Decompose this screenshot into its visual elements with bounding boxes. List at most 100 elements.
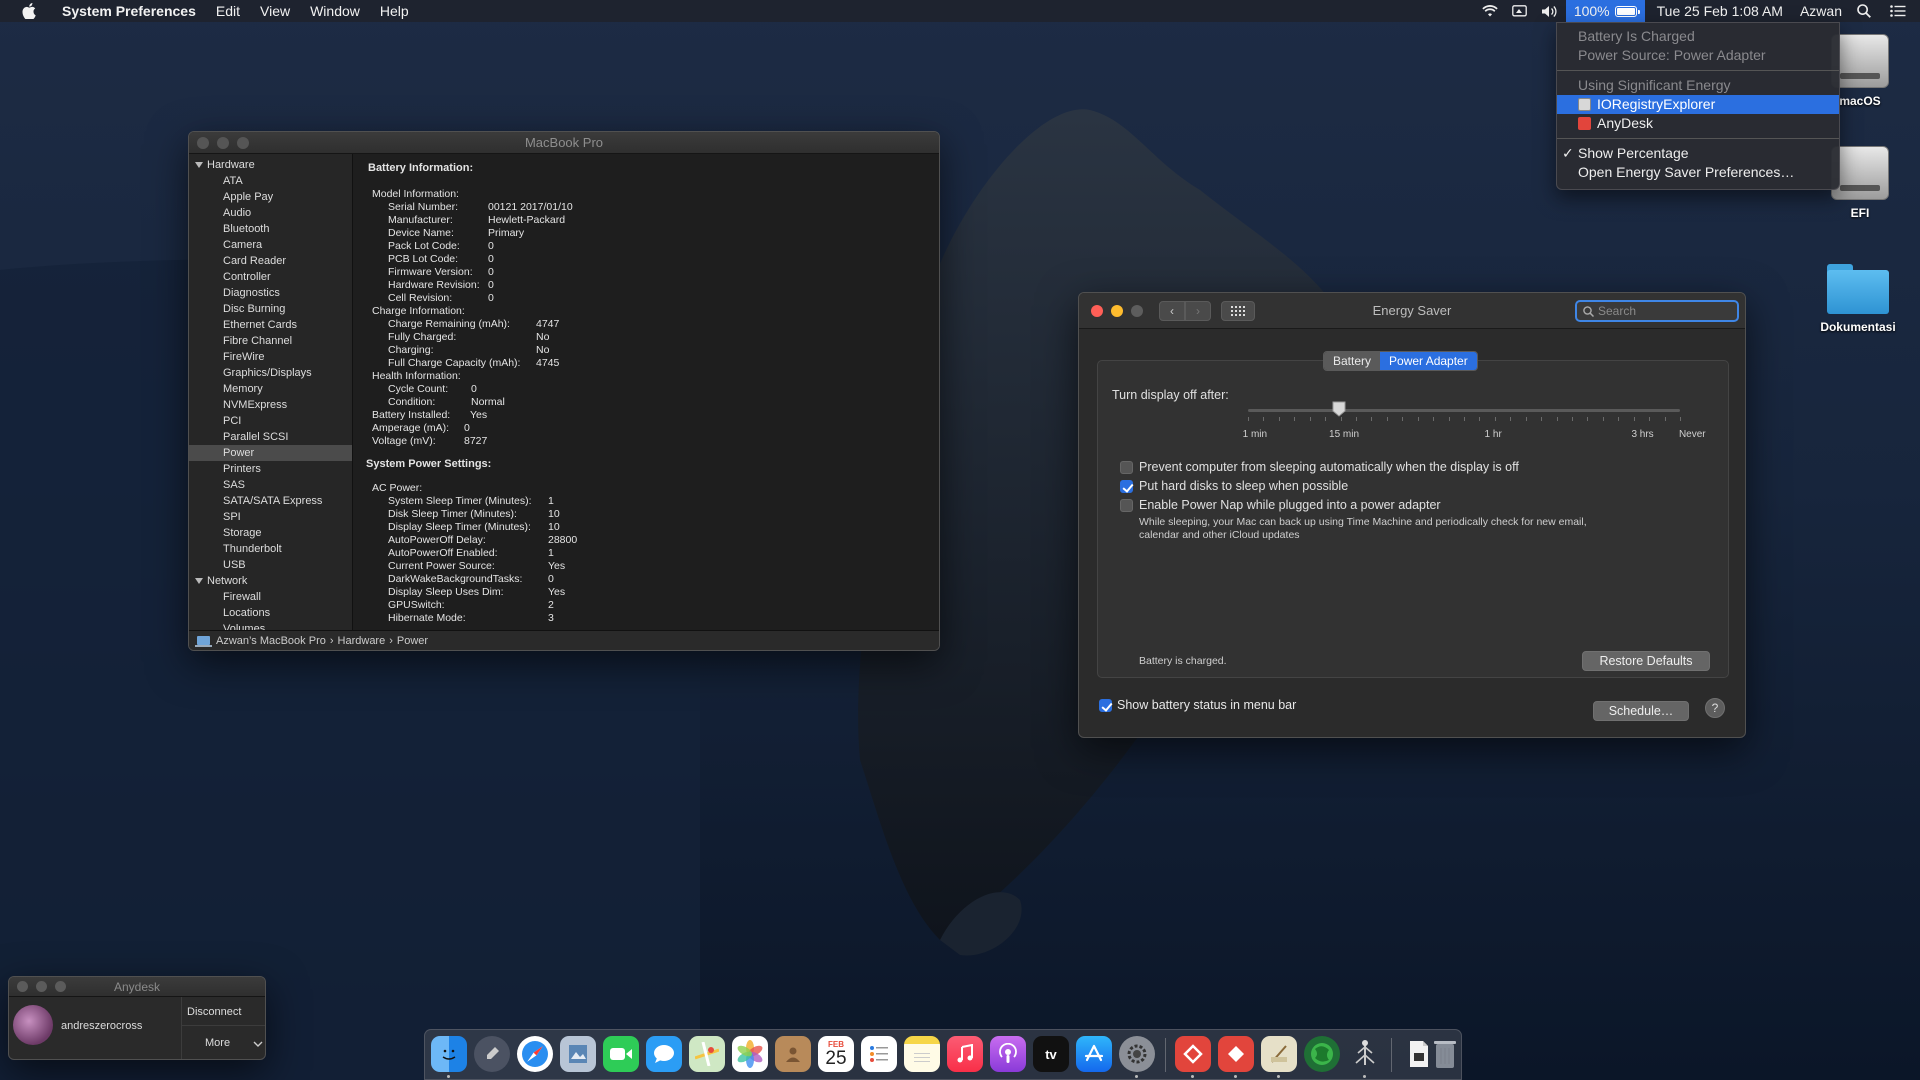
preview-icon[interactable] xyxy=(560,1036,596,1072)
battery-menu-app-anydesk[interactable]: AnyDesk xyxy=(1557,114,1839,133)
power-nap-description-cont: calendar and other iCloud updates xyxy=(1139,529,1300,541)
window-titlebar[interactable]: ‹ › Energy Saver xyxy=(1079,293,1745,329)
sidebar-item-locations[interactable]: Locations xyxy=(189,605,352,621)
window-titlebar[interactable]: Anydesk xyxy=(9,977,265,997)
menu-view[interactable]: View xyxy=(250,0,300,22)
search-input[interactable] xyxy=(1598,304,1728,318)
sidebar-item-thunderbolt[interactable]: Thunderbolt xyxy=(189,541,352,557)
system-preferences-icon[interactable] xyxy=(1119,1036,1155,1072)
app-store-icon[interactable] xyxy=(1076,1036,1112,1072)
photos-icon[interactable] xyxy=(732,1036,768,1072)
volume-icon[interactable] xyxy=(1534,5,1566,18)
network-radar-icon[interactable] xyxy=(1304,1036,1340,1072)
sidebar-group-network[interactable]: Network xyxy=(189,573,352,589)
notes-icon[interactable] xyxy=(904,1036,940,1072)
menu-window[interactable]: Window xyxy=(300,0,370,22)
sidebar-item-apple-pay[interactable]: Apple Pay xyxy=(189,189,352,205)
battery-status-menu[interactable]: 100% xyxy=(1565,0,1645,22)
anydesk-dock-icon[interactable] xyxy=(1175,1036,1211,1072)
power-nap-checkbox[interactable] xyxy=(1120,499,1133,512)
desktop-icon-dokumentasi[interactable]: Dokumentasi xyxy=(1810,264,1906,334)
system-power-settings-header: System Power Settings: xyxy=(366,458,492,470)
breadcrumb-hardware[interactable]: Hardware xyxy=(338,631,386,651)
contacts-icon[interactable] xyxy=(775,1036,811,1072)
sidebar-item-printers[interactable]: Printers xyxy=(189,461,352,477)
menu-edit[interactable]: Edit xyxy=(206,0,250,22)
menu-app-name[interactable]: System Preferences xyxy=(52,0,206,22)
sidebar-item-disc-burning[interactable]: Disc Burning xyxy=(189,301,352,317)
sidebar-item-spi[interactable]: SPI xyxy=(189,509,352,525)
hard-disk-sleep-checkbox[interactable] xyxy=(1120,480,1133,493)
anydesk-alt-icon[interactable] xyxy=(1218,1036,1254,1072)
podcasts-icon[interactable] xyxy=(990,1036,1026,1072)
sidebar-item-power[interactable]: Power xyxy=(189,445,352,461)
menu-separator xyxy=(1557,138,1839,139)
menu-user[interactable]: Azwan xyxy=(1790,0,1849,22)
window-titlebar[interactable]: MacBook Pro xyxy=(189,132,939,154)
apple-tv-icon[interactable]: tv xyxy=(1033,1036,1069,1072)
reminders-icon[interactable] xyxy=(861,1036,897,1072)
facetime-icon[interactable] xyxy=(603,1036,639,1072)
display-mirroring-icon[interactable] xyxy=(1505,4,1534,18)
show-battery-status-checkbox[interactable] xyxy=(1099,699,1112,712)
music-icon[interactable] xyxy=(947,1036,983,1072)
sidebar-item-storage[interactable]: Storage xyxy=(189,525,352,541)
battery-menu-source: Power Source: Power Adapter xyxy=(1578,47,1766,63)
more-button[interactable]: More xyxy=(205,1037,230,1049)
sidebar-item-firewall[interactable]: Firewall xyxy=(189,589,352,605)
calendar-icon[interactable]: FEB 25 xyxy=(818,1036,854,1072)
sidebar-item-audio[interactable]: Audio xyxy=(189,205,352,221)
display-sleep-slider[interactable] xyxy=(1248,409,1680,412)
script-editor-icon[interactable] xyxy=(1261,1036,1297,1072)
messages-icon[interactable] xyxy=(646,1036,682,1072)
menu-help[interactable]: Help xyxy=(370,0,419,22)
slider-thumb[interactable] xyxy=(1332,401,1346,417)
restore-defaults-button[interactable]: Restore Defaults xyxy=(1582,651,1710,671)
chevron-down-icon[interactable] xyxy=(253,1040,263,1048)
sidebar-item-ata[interactable]: ATA xyxy=(189,173,352,189)
sidebar-item-sas[interactable]: SAS xyxy=(189,477,352,493)
search-field[interactable] xyxy=(1575,300,1739,322)
sidebar-item-nvmexpress[interactable]: NVMExpress xyxy=(189,397,352,413)
sidebar-item-bluetooth[interactable]: Bluetooth xyxy=(189,221,352,237)
sidebar-group-hardware[interactable]: Hardware xyxy=(189,157,352,173)
safari-icon[interactable] xyxy=(517,1036,553,1072)
notification-center-icon[interactable] xyxy=(1878,5,1920,17)
trash-icon[interactable] xyxy=(1425,1036,1465,1072)
disconnect-button[interactable]: Disconnect xyxy=(187,1006,241,1018)
sidebar-item-controller[interactable]: Controller xyxy=(189,269,352,285)
battery-menu-show-percentage[interactable]: ✓ Show Percentage xyxy=(1557,144,1839,163)
spotlight-search-icon[interactable] xyxy=(1849,4,1878,18)
prevent-sleep-checkbox[interactable] xyxy=(1120,461,1133,474)
sidebar-item-card-reader[interactable]: Card Reader xyxy=(189,253,352,269)
wifi-icon[interactable] xyxy=(1475,5,1505,17)
help-button[interactable]: ? xyxy=(1705,698,1725,718)
tab-battery[interactable]: Battery xyxy=(1324,352,1381,370)
dock: FEB 25 tv xyxy=(424,1029,1462,1080)
sidebar-item-firewire[interactable]: FireWire xyxy=(189,349,352,365)
battery-menu-open-prefs[interactable]: Open Energy Saver Preferences… xyxy=(1557,163,1839,182)
sidebar-item-fibre-channel[interactable]: Fibre Channel xyxy=(189,333,352,349)
sidebar-item-usb[interactable]: USB xyxy=(189,557,352,573)
sidebar-item-parallel-scsi[interactable]: Parallel SCSI xyxy=(189,429,352,445)
apple-menu-icon[interactable] xyxy=(18,0,40,22)
finder-icon[interactable] xyxy=(431,1036,467,1072)
breadcrumb-computer[interactable]: Azwan’s MacBook Pro xyxy=(216,631,326,651)
menu-clock[interactable]: Tue 25 Feb 1:08 AM xyxy=(1645,0,1790,22)
ioregistryexplorer-dock-icon[interactable] xyxy=(1347,1036,1383,1072)
sidebar-item-pci[interactable]: PCI xyxy=(189,413,352,429)
battery-menu-app-ioregistryexplorer[interactable]: IORegistryExplorer xyxy=(1557,95,1839,114)
sidebar-item-graphics-displays[interactable]: Graphics/Displays xyxy=(189,365,352,381)
breadcrumb-power[interactable]: Power xyxy=(397,631,428,651)
sidebar-item-ethernet-cards[interactable]: Ethernet Cards xyxy=(189,317,352,333)
sidebar-item-volumes[interactable]: Volumes xyxy=(189,621,352,630)
sidebar-item-camera[interactable]: Camera xyxy=(189,237,352,253)
sidebar-item-diagnostics[interactable]: Diagnostics xyxy=(189,285,352,301)
maps-icon[interactable] xyxy=(689,1036,725,1072)
schedule-button[interactable]: Schedule… xyxy=(1593,701,1689,721)
tab-power-adapter[interactable]: Power Adapter xyxy=(1380,352,1477,370)
launchpad-icon[interactable] xyxy=(474,1036,510,1072)
info-key: Current Power Source: xyxy=(388,560,495,572)
sidebar-item-memory[interactable]: Memory xyxy=(189,381,352,397)
sidebar-item-sata-sata-express[interactable]: SATA/SATA Express xyxy=(189,493,352,509)
